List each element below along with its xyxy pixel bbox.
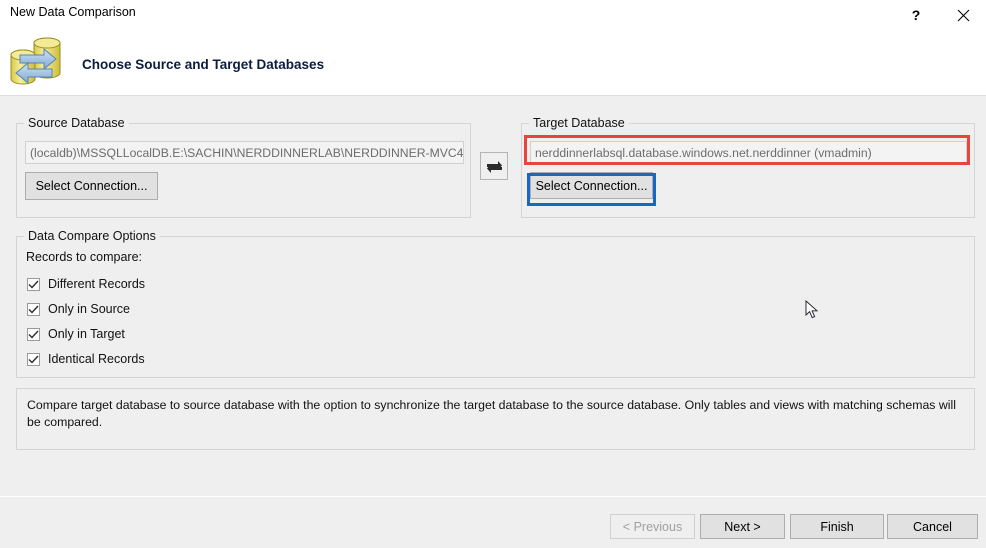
checkbox-only-in-source[interactable]: Only in Source	[27, 300, 130, 318]
checkbox-box	[27, 352, 40, 366]
next-button-label: Next >	[724, 519, 761, 534]
target-database-legend: Target Database	[529, 116, 629, 130]
records-to-compare-label: Records to compare:	[26, 250, 143, 264]
check-icon	[28, 355, 39, 364]
source-connection-value: (localdb)\MSSQLLocalDB.E:\SACHIN\NERDDIN…	[30, 145, 464, 160]
source-select-connection-button[interactable]: Select Connection...	[25, 172, 158, 200]
check-icon	[28, 330, 39, 339]
description-panel: Compare target database to source databa…	[16, 388, 975, 450]
finish-button-label: Finish	[820, 519, 854, 534]
previous-button[interactable]: < Previous	[610, 514, 695, 539]
data-compare-options-legend: Data Compare Options	[24, 229, 160, 243]
checkbox-different-records[interactable]: Different Records	[27, 275, 145, 293]
source-select-connection-label: Select Connection...	[35, 179, 148, 193]
swap-source-target-button[interactable]	[480, 152, 508, 180]
cancel-button[interactable]: Cancel	[887, 514, 978, 539]
checkbox-label: Only in Target	[48, 327, 125, 341]
target-database-group: Target Database nerddinnerlabsql.databas…	[521, 116, 975, 218]
source-connection-field[interactable]: (localdb)\MSSQLLocalDB.E:\SACHIN\NERDDIN…	[25, 141, 464, 164]
check-icon	[28, 305, 39, 314]
description-text: Compare target database to source databa…	[27, 398, 956, 429]
title-bar: New Data Comparison ?	[0, 0, 986, 30]
checkbox-box	[27, 277, 40, 291]
help-button[interactable]: ?	[893, 0, 939, 30]
question-mark-icon: ?	[911, 7, 921, 23]
database-sync-icon	[8, 35, 62, 87]
target-select-connection-button[interactable]: Select Connection...	[530, 172, 653, 199]
next-button[interactable]: Next >	[700, 514, 785, 539]
page-title: Choose Source and Target Databases	[82, 57, 325, 72]
checkbox-box	[27, 302, 40, 316]
finish-button[interactable]: Finish	[790, 514, 884, 539]
checkbox-label: Different Records	[48, 277, 146, 291]
checkbox-box	[27, 327, 40, 341]
close-button[interactable]	[940, 0, 986, 30]
checkbox-only-in-target[interactable]: Only in Target	[27, 325, 125, 343]
checkbox-label: Only in Source	[48, 302, 130, 316]
target-select-connection-label: Select Connection...	[535, 178, 648, 193]
swap-arrows-icon	[486, 160, 502, 173]
target-connection-value: nerddinnerlabsql.database.windows.net.ne…	[535, 145, 872, 160]
source-database-group: Source Database (localdb)\MSSQLLocalDB.E…	[16, 116, 471, 218]
wizard-header: Choose Source and Target Databases	[0, 30, 986, 95]
checkbox-identical-records[interactable]: Identical Records	[27, 350, 145, 368]
checkbox-label: Identical Records	[48, 352, 145, 366]
window-title: New Data Comparison	[10, 5, 136, 19]
close-icon	[957, 9, 969, 21]
cancel-button-label: Cancel	[913, 519, 952, 534]
data-compare-options-group: Data Compare Options Records to compare:…	[16, 229, 975, 378]
target-connection-field[interactable]: nerddinnerlabsql.database.windows.net.ne…	[530, 141, 967, 164]
previous-button-label: < Previous	[622, 519, 683, 534]
check-icon	[28, 280, 39, 289]
source-database-legend: Source Database	[24, 116, 129, 130]
